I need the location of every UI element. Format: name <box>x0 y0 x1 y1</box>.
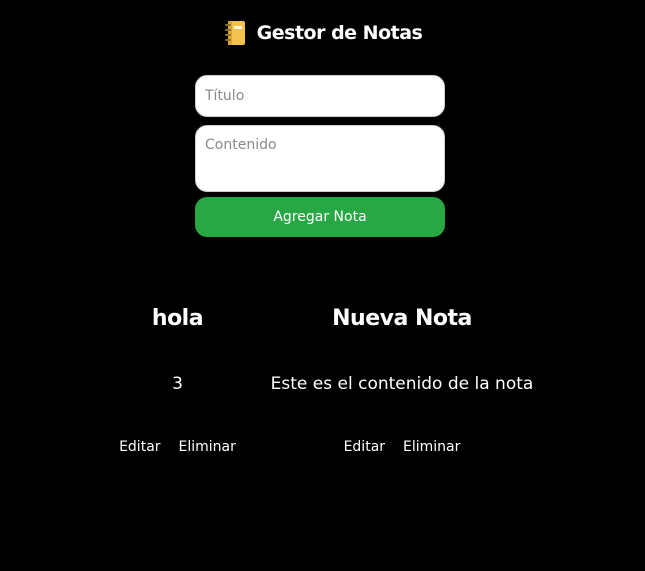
note-form: Agregar Nota <box>195 75 445 237</box>
notes-list: hola 3 Editar Eliminar Nueva Nota Este e… <box>0 300 645 480</box>
title-input[interactable] <box>195 75 445 117</box>
note-title: Nueva Nota <box>332 306 472 331</box>
note-content: Este es el contenido de la nota <box>270 374 534 394</box>
edit-note-button[interactable]: Editar <box>344 439 385 455</box>
note-content: 3 <box>172 374 183 394</box>
content-textarea[interactable] <box>195 125 445 192</box>
app-title: Gestor de Notas <box>256 22 423 44</box>
note-actions: Editar Eliminar <box>262 439 542 455</box>
delete-note-button[interactable]: Eliminar <box>179 439 236 455</box>
edit-note-button[interactable]: Editar <box>119 439 160 455</box>
add-note-button[interactable]: Agregar Nota <box>195 197 445 237</box>
note-actions: Editar Eliminar <box>100 439 255 455</box>
notebook-icon <box>223 20 247 46</box>
app-header: Gestor de Notas <box>0 20 645 46</box>
delete-note-button[interactable]: Eliminar <box>403 439 460 455</box>
page: Gestor de Notas Agregar Nota hola 3 Edit… <box>0 0 645 571</box>
note-title: hola <box>151 306 204 331</box>
